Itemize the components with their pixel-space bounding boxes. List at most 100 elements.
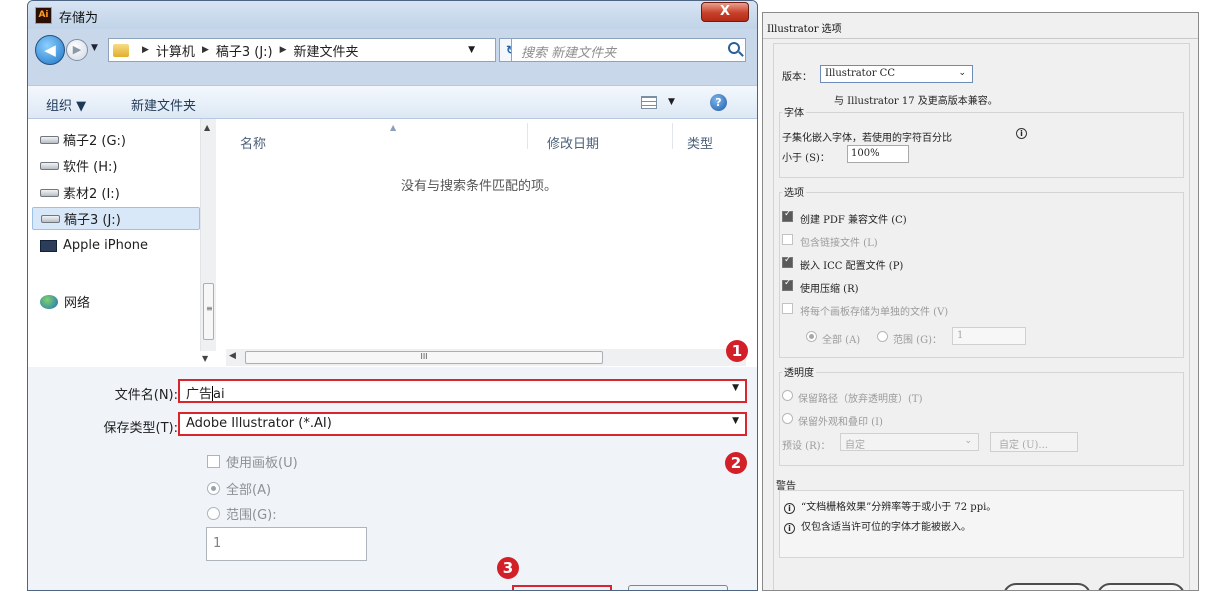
warning-2-text: 仅包含适当许可位的字体才能被嵌入。 (801, 522, 971, 533)
organize-menu[interactable]: 组织 ▼ (46, 95, 86, 114)
info-icon: i (784, 503, 795, 514)
separate-artboards-checkbox[interactable] (782, 303, 793, 314)
search-input[interactable]: 搜索 新建文件夹 (511, 38, 746, 62)
savetype-value: Adobe Illustrator (*.AI) (186, 416, 332, 431)
column-header-type[interactable]: 类型 (687, 133, 713, 152)
navigation-scrollbar[interactable]: ▲ ≡ (200, 119, 216, 351)
embed-icc-checkbox[interactable] (782, 255, 793, 268)
include-linked-checkbox[interactable] (782, 234, 793, 245)
use-artboards-checkbox[interactable] (207, 455, 220, 468)
warning-1-text: “文档栅格效果”分辨率等于或小于 72 ppi。 (801, 502, 997, 513)
version-select[interactable]: Illustrator CC ⌄ (820, 65, 973, 83)
options-group: 选项 创建 PDF 兼容文件 (C) 包含链接文件 (L) 嵌入 ICC 配置文… (779, 184, 1184, 358)
breadcrumb-item-computer[interactable]: 计算机 (156, 41, 195, 60)
help-icon[interactable]: ? (710, 94, 727, 111)
chevron-down-icon[interactable]: ⌄ (964, 436, 972, 446)
use-artboards-label: 使用画板(U) (226, 456, 298, 471)
range-radio[interactable] (207, 507, 220, 520)
new-folder-button[interactable]: 新建文件夹 (131, 95, 196, 114)
scrollbar-thumb[interactable]: III (245, 351, 603, 364)
save-button[interactable] (512, 585, 612, 590)
all-radio[interactable] (207, 482, 220, 495)
separate-artboards-label: 将每个画板存储为单独的文件 (V) (800, 307, 949, 318)
scroll-down-icon[interactable]: ▼ (202, 354, 208, 363)
chevron-right-icon: ▶ (201, 45, 209, 55)
warning-2: i 仅包含适当许可位的字体才能被嵌入。 (784, 518, 971, 534)
ok-button[interactable] (1003, 583, 1091, 590)
empty-message: 没有与搜索条件匹配的项。 (401, 179, 558, 194)
cancel-button[interactable] (628, 585, 728, 590)
view-options-icon[interactable] (641, 96, 657, 109)
recent-pages-dropdown-icon[interactable]: ▼ (91, 43, 98, 53)
cancel-button[interactable] (1097, 583, 1185, 590)
keep-appearance-radio[interactable] (782, 413, 793, 424)
savetype-select[interactable]: Adobe Illustrator (*.AI) ▼ (178, 412, 747, 436)
chevron-down-icon[interactable]: ⌄ (958, 68, 966, 78)
scrollbar-thumb[interactable]: ≡ (203, 283, 214, 340)
breadcrumb-item-drive[interactable]: 稿子3 (J:) (216, 41, 273, 60)
column-divider[interactable] (672, 123, 673, 149)
chevron-right-icon: ▶ (142, 45, 149, 55)
preset-select[interactable]: 自定 ⌄ (840, 433, 979, 451)
file-browser: 稿子2 (G:) 软件 (H:) 素材2 (I:) 稿子3 (J:) Apple… (28, 119, 757, 367)
filename-field[interactable]: 广告ai ▼ (178, 379, 747, 403)
custom-preset-button[interactable]: 自定 (U)... (990, 432, 1078, 452)
dialog-title: 存储为 (59, 11, 99, 26)
version-value: Illustrator CC (825, 68, 895, 79)
artboards-range-radio[interactable] (877, 331, 888, 342)
artboards-range-input[interactable]: 1 (952, 327, 1026, 345)
save-options-area: 文件名(N): 广告ai ▼ 保存类型(T): Adobe Illustrato… (28, 367, 757, 590)
drive-icon (40, 188, 59, 197)
column-divider[interactable] (527, 123, 528, 149)
navigation-pane: 稿子2 (G:) 软件 (H:) 素材2 (I:) 稿子3 (J:) Apple… (28, 119, 216, 367)
keep-paths-label: 保留路径（放弃透明度）(T) (798, 394, 923, 405)
back-arrow-icon[interactable]: ◀ (35, 35, 65, 65)
pdf-compatible-checkbox[interactable] (782, 209, 793, 222)
nav-item-label: 网络 (64, 296, 91, 311)
info-icon: i (784, 523, 795, 534)
nav-item-drive-g[interactable]: 稿子2 (G:) (40, 128, 126, 151)
nav-item-label: 软件 (H:) (63, 160, 118, 175)
nav-item-drive-j[interactable]: 稿子3 (J:) (32, 207, 200, 230)
step-badge-1: 1 (726, 340, 748, 362)
keep-paths-radio[interactable] (782, 390, 793, 401)
horizontal-scrollbar[interactable]: ◀ III (226, 349, 746, 366)
transparency-group: 透明度 保留路径（放弃透明度）(T) 保留外观和叠印 (I) 预设 (R)： 自… (779, 364, 1184, 466)
options-group-label: 选项 (782, 184, 806, 199)
nav-item-iphone[interactable]: Apple iPhone (40, 234, 148, 257)
include-linked-label: 包含链接文件 (L) (800, 238, 878, 249)
range-input[interactable]: 1 (206, 527, 367, 561)
nav-item-network[interactable]: 网络 (40, 290, 90, 313)
compat-note: 与 Illustrator 17 及更高版本兼容。 (834, 96, 998, 107)
nav-item-drive-i[interactable]: 素材2 (I:) (40, 181, 120, 204)
range-value: 1 (213, 536, 222, 551)
fonts-group: 字体 子集化嵌入字体，若使用的字符百分比 i 小于 (S)： 100% (779, 104, 1184, 178)
step-badge-2: 2 (725, 452, 747, 474)
address-bar[interactable]: ▶ 计算机 ▶ 稿子3 (J:) ▶ 新建文件夹 ▼ (108, 38, 496, 62)
scroll-up-icon[interactable]: ▲ (204, 123, 210, 132)
grip-mark: ≡ (206, 304, 213, 313)
range-radio-label: 范围(G): (226, 508, 277, 523)
compression-label: 使用压缩 (R) (800, 284, 859, 295)
close-button[interactable]: X (701, 2, 749, 22)
scroll-left-icon[interactable]: ◀ (229, 351, 236, 361)
percent-value: 100% (851, 148, 880, 159)
less-than-label: 小于 (S)： (782, 153, 830, 164)
save-as-dialog: Ai 存储为 X ◀ ▶ ▼ ▶ 计算机 ▶ 稿子3 (J:) ▶ 新建文件夹 … (27, 0, 758, 591)
forward-arrow-icon[interactable]: ▶ (66, 39, 88, 61)
chevron-down-icon[interactable]: ▼ (732, 416, 739, 426)
nav-item-drive-h[interactable]: 软件 (H:) (40, 154, 117, 177)
chevron-down-icon[interactable]: ▼ (732, 383, 739, 393)
view-dropdown-icon[interactable]: ▼ (668, 97, 675, 107)
file-list: 名称 ▲ 修改日期 类型 没有与搜索条件匹配的项。 ◀ III (217, 119, 757, 367)
compression-checkbox[interactable] (782, 278, 793, 291)
search-icon[interactable] (728, 42, 740, 54)
warning-1: i “文档栅格效果”分辨率等于或小于 72 ppi。 (784, 498, 996, 514)
column-header-name[interactable]: 名称 (240, 133, 266, 152)
address-dropdown-icon[interactable]: ▼ (468, 45, 475, 55)
artboards-all-radio[interactable] (806, 331, 817, 342)
column-header-modified[interactable]: 修改日期 (547, 133, 599, 152)
drive-icon (40, 135, 59, 144)
breadcrumb-item-folder[interactable]: 新建文件夹 (294, 41, 359, 60)
percent-input[interactable]: 100% (847, 145, 909, 163)
